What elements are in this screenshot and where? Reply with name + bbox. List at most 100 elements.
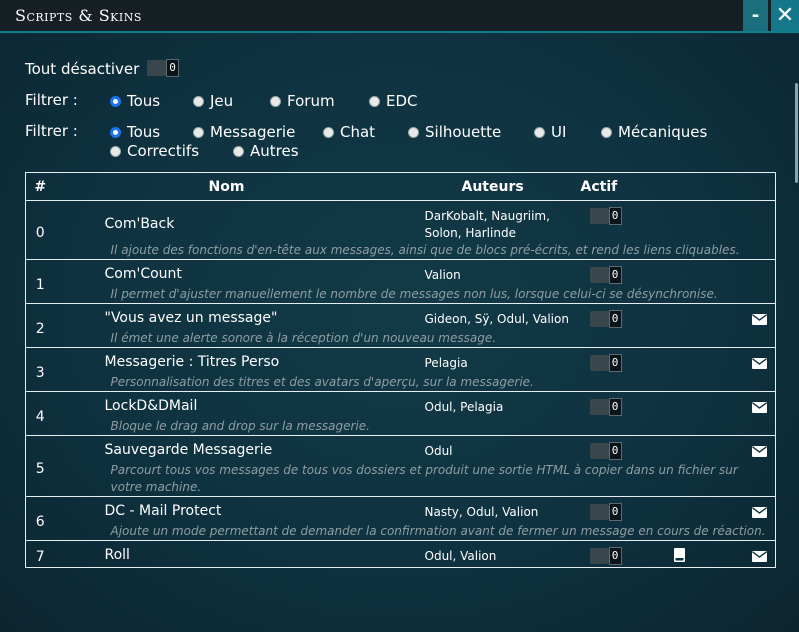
- toggle-track: [589, 355, 609, 371]
- radio-indicator[interactable]: [323, 126, 334, 138]
- envelope-icon[interactable]: [751, 442, 767, 461]
- minimize-button[interactable]: -: [743, 0, 768, 31]
- script-description: Il ajoute des fonctions d'en-tête aux me…: [110, 243, 740, 257]
- table-row-description: Parcourt tous vos messages de tous vos d…: [26, 462, 776, 497]
- radio-label: Tous: [127, 123, 161, 141]
- table-row: 1 Com'Count Valion 0: [25, 259, 776, 304]
- table-row-description: Personnalisation des titres et des avata…: [26, 374, 776, 392]
- script-toggle[interactable]: 0: [589, 398, 622, 416]
- radio-filter2-6[interactable]: Correctifs: [110, 142, 199, 160]
- script-authors: Nasty, Odul, Valion: [424, 505, 539, 519]
- radio-indicator[interactable]: [270, 95, 281, 107]
- radio-label: Chat: [340, 123, 376, 141]
- toggle-track: [589, 504, 609, 520]
- script-authors: Odul, Pelagia: [424, 400, 504, 414]
- script-description: Bloque le drag and drop sur la messageri…: [110, 419, 370, 433]
- scripts-table: # Nom Auteurs Actif 0 Com'Back DarKobalt, …: [25, 172, 776, 568]
- toggle-track: [589, 208, 609, 224]
- radio-filter2-0[interactable]: Tous: [110, 123, 160, 141]
- filter-type-label: Filtrer :: [25, 122, 78, 140]
- radio-indicator[interactable]: [193, 95, 204, 107]
- radio-label: Correctifs: [127, 142, 200, 160]
- close-button[interactable]: ✕: [771, 0, 799, 31]
- radio-indicator[interactable]: [408, 126, 419, 138]
- table-row: 6 DC - Mail Protect Nasty, Odul, Valion 0: [25, 496, 776, 541]
- radio-indicator[interactable]: [110, 126, 121, 138]
- radio-indicator[interactable]: [193, 126, 204, 138]
- script-authors: Odul, Valion: [424, 549, 497, 563]
- radio-filter1-3[interactable]: EDC: [369, 92, 418, 110]
- radio-filter1-2[interactable]: Forum: [270, 92, 335, 110]
- script-name: DC - Mail Protect: [104, 503, 222, 519]
- row-number: 3: [25, 347, 55, 392]
- radio-filter2-2[interactable]: Chat: [323, 123, 375, 141]
- radio-indicator[interactable]: [534, 126, 545, 138]
- script-description: Ajoute un mode permettant de demander la…: [110, 524, 766, 538]
- radio-filter2-5[interactable]: Mécaniques: [601, 123, 707, 141]
- toggle-track: [589, 311, 609, 327]
- toggle-track: [147, 60, 166, 76]
- envelope-icon[interactable]: [751, 310, 767, 329]
- radio-label: Silhouette: [425, 123, 502, 141]
- table-row-description: Il émet une alerte sonore à la réception…: [26, 330, 776, 348]
- radio-label: Forum: [287, 92, 335, 110]
- table-header-row: # Nom Auteurs Actif: [25, 172, 776, 201]
- radio-label: UI: [551, 123, 567, 141]
- scrollbar-thumb[interactable]: [795, 83, 798, 183]
- script-toggle[interactable]: 0: [589, 310, 622, 328]
- header-authors: Auteurs: [398, 172, 581, 201]
- row-number: 1: [25, 259, 55, 304]
- script-toggle[interactable]: 0: [589, 442, 622, 460]
- radio-filter2-3[interactable]: Silhouette: [408, 123, 501, 141]
- radio-indicator[interactable]: [233, 145, 244, 157]
- row-number: 6: [25, 496, 55, 541]
- radio-label: Messagerie: [210, 123, 296, 141]
- header-name: Nom: [54, 172, 399, 201]
- envelope-icon[interactable]: [751, 398, 767, 417]
- row-number: 4: [25, 391, 55, 436]
- script-authors: Pelagia: [424, 356, 468, 370]
- toggle-value: 0: [608, 503, 622, 521]
- row-number: 5: [25, 435, 55, 497]
- radio-filter2-7[interactable]: Autres: [233, 142, 299, 160]
- radio-indicator[interactable]: [601, 126, 612, 138]
- table-row: 0 Com'Back DarKobalt, Naugriim, Solon, Har…: [25, 200, 776, 260]
- script-toggle[interactable]: 0: [589, 547, 622, 565]
- script-toggle[interactable]: 0: [589, 503, 622, 521]
- radio-indicator[interactable]: [369, 95, 380, 107]
- script-name: Sauvegarde Messagerie: [104, 442, 273, 458]
- radio-indicator[interactable]: [110, 95, 121, 107]
- script-name: "Vous avez un message": [104, 310, 278, 326]
- radio-filter2-1[interactable]: Messagerie: [193, 123, 295, 141]
- script-toggle[interactable]: 0: [589, 354, 622, 372]
- envelope-icon[interactable]: [751, 503, 767, 522]
- toggle-value: 0: [166, 59, 179, 77]
- toggle-track: [589, 548, 609, 564]
- header-active: Actif: [580, 172, 663, 201]
- script-description: Personnalisation des titres et des avata…: [110, 375, 534, 389]
- disable-all-toggle[interactable]: 0: [147, 59, 179, 77]
- radio-filter1-0[interactable]: Tous: [110, 92, 160, 110]
- radio-label: Autres: [250, 142, 299, 160]
- radio-filter2-4[interactable]: UI: [534, 123, 566, 141]
- script-description: Il permet d'ajuster manuellement le nomb…: [110, 287, 718, 301]
- script-description: Il émet une alerte sonore à la réception…: [110, 331, 497, 345]
- radio-filter1-1[interactable]: Jeu: [193, 92, 233, 110]
- toggle-value: 0: [608, 310, 622, 328]
- table-row: 2 "Vous avez un message" Gideon, Sÿ, Odul,…: [25, 303, 776, 348]
- book-icon[interactable]: [673, 547, 685, 566]
- script-toggle[interactable]: 0: [589, 266, 622, 284]
- radio-indicator[interactable]: [110, 145, 121, 157]
- script-toggle[interactable]: 0: [589, 207, 622, 225]
- script-authors: Gideon, Sÿ, Odul, Valion: [424, 312, 569, 326]
- window-title: Scripts & Skins: [15, 6, 142, 25]
- header-num: #: [25, 172, 55, 201]
- envelope-icon[interactable]: [751, 547, 767, 566]
- radio-label: Jeu: [210, 92, 234, 110]
- script-name: Messagerie : Titres Perso: [104, 354, 280, 370]
- script-name: Roll: [104, 547, 130, 563]
- envelope-icon[interactable]: [751, 354, 767, 373]
- toggle-value: 0: [608, 266, 622, 284]
- radio-label: Tous: [127, 92, 161, 110]
- table-row: 4 LockD&DMail Odul, Pelagia 0: [25, 391, 776, 436]
